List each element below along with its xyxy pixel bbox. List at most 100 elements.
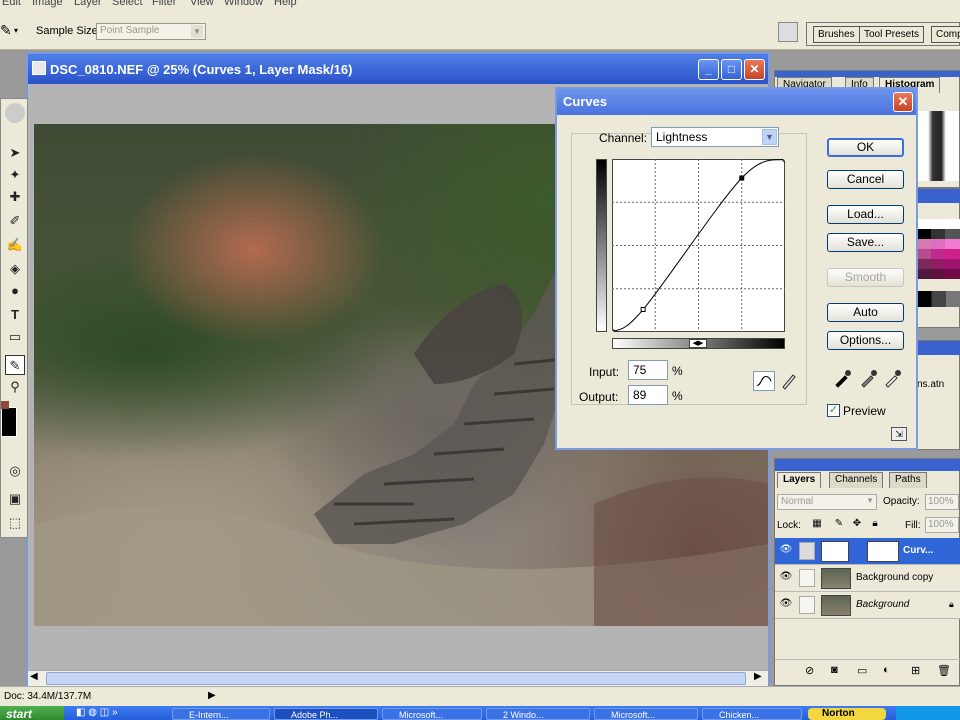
norton-tray-balloon[interactable]: Norton bbox=[808, 708, 886, 720]
eyedropper-preset-icon[interactable]: ✎ bbox=[0, 22, 12, 39]
eyedropper-tool-icon[interactable]: ✎ bbox=[5, 355, 25, 375]
options-button[interactable]: Options... bbox=[827, 331, 904, 350]
jump-to-imageready-icon[interactable]: ⬚ bbox=[5, 513, 25, 533]
task-button[interactable]: Microsoft... bbox=[594, 708, 698, 720]
history-brush-icon[interactable]: ✍ bbox=[5, 235, 25, 255]
tab-brushes[interactable]: Brushes bbox=[813, 26, 860, 43]
ok-button[interactable]: OK bbox=[827, 138, 904, 157]
cancel-button[interactable]: Cancel bbox=[827, 170, 904, 189]
curve-graph[interactable] bbox=[612, 159, 785, 332]
layer-mask-link-icon[interactable] bbox=[799, 542, 815, 560]
dodge-icon[interactable]: ● bbox=[5, 281, 25, 301]
blend-mode-select[interactable]: Normal ▼ bbox=[777, 494, 877, 510]
layer-row-curves[interactable]: 👁︎ Curv... bbox=[775, 538, 960, 565]
quick-mask-icon[interactable]: ◎ bbox=[5, 461, 25, 481]
path-select-icon[interactable]: ➤ bbox=[5, 143, 25, 163]
channel-select[interactable]: Lightness ▼ bbox=[651, 127, 779, 147]
task-button[interactable]: Chicken... bbox=[702, 708, 802, 720]
load-button[interactable]: Load... bbox=[827, 205, 904, 224]
output-field[interactable]: 89 bbox=[628, 385, 668, 405]
tab-tool-presets[interactable]: Tool Presets bbox=[859, 26, 925, 43]
scroll-thumb[interactable] bbox=[46, 672, 746, 685]
gray-eyedropper-icon[interactable] bbox=[859, 368, 879, 388]
preview-checkbox[interactable]: ✓ bbox=[827, 404, 840, 417]
smooth-button[interactable]: Smooth bbox=[827, 268, 904, 287]
background-color-swatch[interactable] bbox=[1, 401, 9, 409]
curve-point[interactable] bbox=[640, 307, 646, 313]
expand-grid-icon[interactable]: ⇲ bbox=[891, 427, 907, 441]
white-eyedropper-icon[interactable] bbox=[883, 368, 903, 388]
task-button[interactable]: Adobe Ph... bbox=[274, 708, 378, 720]
zoom-tool-icon[interactable]: ⚲ bbox=[5, 377, 25, 397]
menu-image[interactable]: Image bbox=[32, 0, 63, 8]
task-button[interactable]: 2 Windo... bbox=[486, 708, 590, 720]
brush-icon[interactable]: ✐ bbox=[5, 211, 25, 231]
minimize-button[interactable]: _ bbox=[698, 59, 719, 80]
tab-layers[interactable]: Layers bbox=[777, 472, 822, 488]
swatch-grid[interactable] bbox=[917, 219, 960, 307]
layer-mask-thumbnail[interactable] bbox=[867, 541, 899, 562]
lock-image-icon[interactable]: ✎ bbox=[833, 518, 845, 530]
horizontal-scrollbar[interactable]: ◀ ▶ bbox=[28, 670, 768, 686]
chevron-down-icon[interactable]: ▾ bbox=[14, 26, 18, 35]
menu-select[interactable]: Select bbox=[112, 0, 143, 8]
sample-size-select[interactable]: Point Sample ▼ bbox=[96, 23, 206, 40]
task-button[interactable]: Microsoft... bbox=[382, 708, 482, 720]
save-button[interactable]: Save... bbox=[827, 233, 904, 252]
black-eyedropper-icon[interactable] bbox=[833, 368, 853, 388]
tab-comps[interactable]: Comp bbox=[931, 26, 960, 43]
scroll-right-icon[interactable]: ▶ bbox=[754, 671, 762, 682]
layer-link-icon[interactable] bbox=[799, 596, 815, 614]
layer-name[interactable]: Background bbox=[856, 599, 909, 610]
tab-paths[interactable]: Paths bbox=[889, 472, 927, 488]
auto-button[interactable]: Auto bbox=[827, 303, 904, 322]
gradient-direction-toggle-icon[interactable]: ◀▶ bbox=[689, 339, 707, 348]
fill-input[interactable]: 100% bbox=[925, 517, 959, 533]
paint-bucket-icon[interactable]: ◈ bbox=[5, 259, 25, 279]
shape-tool-icon[interactable]: ▭ bbox=[5, 327, 25, 347]
menu-edit[interactable]: Edit bbox=[2, 0, 21, 8]
close-button[interactable]: ✕ bbox=[893, 92, 913, 112]
curve-point-active[interactable] bbox=[739, 175, 745, 181]
visibility-eye-icon[interactable]: 👁︎ bbox=[779, 571, 793, 585]
document-titlebar[interactable]: DSC_0810.NEF @ 25% (Curves 1, Layer Mask… bbox=[28, 54, 768, 84]
layer-row-background[interactable]: 👁︎ Background 🔒︎ bbox=[775, 592, 960, 619]
file-browser-icon[interactable] bbox=[778, 22, 798, 42]
maximize-button[interactable]: □ bbox=[721, 59, 742, 80]
new-layer-icon[interactable]: ⊞ bbox=[911, 664, 920, 677]
tab-channels[interactable]: Channels bbox=[829, 472, 884, 488]
menu-filter[interactable]: Filter bbox=[152, 0, 176, 8]
close-button[interactable]: ✕ bbox=[744, 59, 765, 80]
status-menu-icon[interactable]: ▶ bbox=[208, 690, 216, 701]
menu-help[interactable]: Help bbox=[274, 0, 297, 8]
healing-brush-icon[interactable]: ✚ bbox=[5, 187, 25, 207]
new-adjustment-icon[interactable]: ◐ bbox=[883, 664, 890, 676]
visibility-eye-icon[interactable]: 👁︎ bbox=[779, 598, 793, 612]
task-button[interactable]: E-Intern... bbox=[172, 708, 270, 720]
visibility-eye-icon[interactable]: 👁︎ bbox=[779, 544, 793, 558]
type-tool-icon[interactable]: T bbox=[5, 305, 25, 325]
layer-link-icon[interactable] bbox=[799, 569, 815, 587]
lock-position-icon[interactable]: ✥ bbox=[851, 518, 863, 530]
curve-point[interactable] bbox=[782, 159, 785, 162]
layer-name[interactable]: Curv... bbox=[903, 545, 933, 556]
new-group-icon[interactable]: ▭ bbox=[857, 664, 867, 677]
menu-view[interactable]: View bbox=[190, 0, 214, 8]
opacity-input[interactable]: 100% bbox=[925, 494, 959, 510]
layer-row-background-copy[interactable]: 👁︎ Background copy bbox=[775, 565, 960, 592]
menu-layer[interactable]: Layer bbox=[74, 0, 102, 8]
add-mask-icon[interactable]: ◙ bbox=[831, 664, 838, 676]
lock-transparency-icon[interactable]: ▦ bbox=[811, 518, 823, 530]
layer-name[interactable]: Background copy bbox=[856, 572, 933, 583]
layer-style-icon[interactable]: ⊘ bbox=[805, 664, 814, 677]
input-field[interactable]: 75 bbox=[628, 360, 668, 380]
foreground-color-swatch[interactable] bbox=[1, 407, 17, 437]
menu-window[interactable]: Window bbox=[224, 0, 263, 8]
quick-launch-icon[interactable]: ◧ ◍ ◫ » bbox=[76, 707, 118, 718]
lock-all-icon[interactable]: 🔒︎ bbox=[869, 518, 881, 530]
curve-point[interactable] bbox=[612, 329, 615, 332]
trash-icon[interactable]: 🗑︎ bbox=[937, 664, 951, 677]
scroll-left-icon[interactable]: ◀ bbox=[30, 671, 38, 682]
start-button[interactable]: start bbox=[0, 706, 64, 720]
pencil-tool-icon[interactable] bbox=[779, 371, 799, 391]
